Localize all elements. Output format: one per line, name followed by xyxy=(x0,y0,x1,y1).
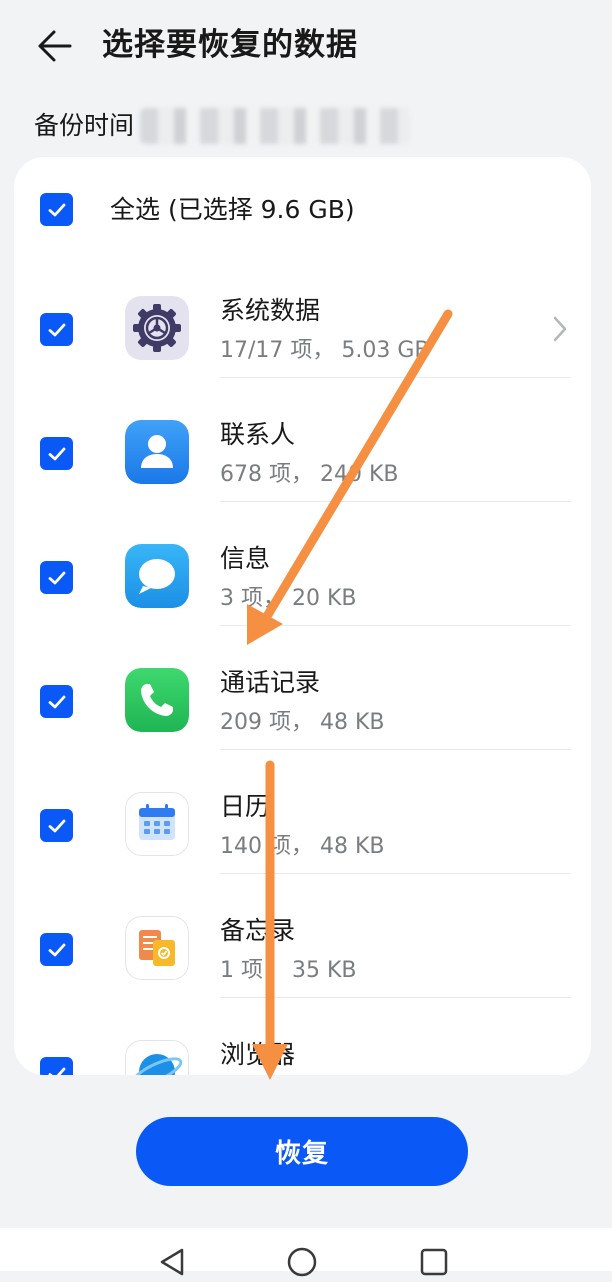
item-checkbox[interactable] xyxy=(40,437,73,470)
list-item-browser[interactable]: 浏览器 xyxy=(14,998,591,1075)
nav-recents-icon[interactable] xyxy=(414,1242,454,1282)
browser-icon xyxy=(125,1040,189,1075)
arrow-left-icon xyxy=(38,30,72,62)
item-name: 信息 xyxy=(220,544,271,573)
item-checkbox[interactable] xyxy=(40,933,73,966)
item-name: 浏览器 xyxy=(220,1040,296,1069)
list-item-calendar[interactable]: 日历 140 项， 48 KB xyxy=(14,750,591,874)
select-all-label: 全选 (已选择 9.6 GB) xyxy=(110,195,355,224)
settings-gear-icon xyxy=(125,296,189,360)
calendar-icon xyxy=(125,792,189,856)
check-icon xyxy=(48,203,65,216)
item-name: 通话记录 xyxy=(220,668,321,697)
list-item-system-data[interactable]: 系统数据 17/17 项， 5.03 GB xyxy=(14,254,591,378)
item-checkbox[interactable] xyxy=(40,809,73,842)
item-meta: 209 项， 48 KB xyxy=(220,710,385,735)
backup-time: 备份时间 xyxy=(34,104,411,148)
check-icon xyxy=(48,1067,65,1075)
select-all-checkbox[interactable] xyxy=(40,193,73,226)
check-icon xyxy=(48,323,65,336)
item-checkbox[interactable] xyxy=(40,685,73,718)
backup-time-label: 备份时间 xyxy=(34,111,135,140)
check-icon xyxy=(48,447,65,460)
header: 选择要恢复的数据 xyxy=(0,0,612,96)
item-name: 备忘录 xyxy=(220,916,296,945)
back-button[interactable] xyxy=(34,24,78,68)
list-item-messages[interactable]: 信息 3 项， 20 KB xyxy=(14,502,591,626)
check-icon xyxy=(48,571,65,584)
restore-button[interactable]: 恢复 xyxy=(136,1117,468,1186)
list-item-call-log[interactable]: 通话记录 209 项， 48 KB xyxy=(14,626,591,750)
contacts-icon xyxy=(125,420,189,484)
chevron-right-icon xyxy=(553,316,567,342)
item-checkbox[interactable] xyxy=(40,1057,73,1075)
data-item-list: 系统数据 17/17 项， 5.03 GB 联系人 678 项， 240 KB … xyxy=(14,254,591,1075)
list-item-notepad[interactable]: 备忘录 1 项， 35 KB xyxy=(14,874,591,998)
phone-icon xyxy=(125,668,189,732)
item-name: 日历 xyxy=(220,792,271,821)
check-icon xyxy=(48,819,65,832)
item-name: 系统数据 xyxy=(220,296,321,325)
item-meta: 140 项， 48 KB xyxy=(220,834,385,859)
backup-time-value-redacted xyxy=(140,108,411,144)
item-meta: 3 项， 20 KB xyxy=(220,586,357,611)
select-all-row[interactable]: 全选 (已选择 9.6 GB) xyxy=(14,179,591,241)
item-meta: 678 项， 240 KB xyxy=(220,462,399,487)
check-icon xyxy=(48,695,65,708)
page-title: 选择要恢复的数据 xyxy=(102,27,358,63)
nav-home-icon[interactable] xyxy=(282,1242,322,1282)
system-navigation-bar xyxy=(0,1228,612,1277)
notepad-icon xyxy=(125,916,189,980)
data-list-card: 全选 (已选择 9.6 GB) 系统数据 17/17 项， 5.03 GB 联系… xyxy=(14,157,591,1075)
messages-icon xyxy=(125,544,189,608)
item-checkbox[interactable] xyxy=(40,561,73,594)
item-checkbox[interactable] xyxy=(40,313,73,346)
item-meta: 1 项， 35 KB xyxy=(220,958,357,983)
list-item-contacts[interactable]: 联系人 678 项， 240 KB xyxy=(14,378,591,502)
item-meta: 17/17 项， 5.03 GB xyxy=(220,338,430,363)
item-name: 联系人 xyxy=(220,420,296,449)
nav-back-icon[interactable] xyxy=(152,1242,192,1282)
check-icon xyxy=(48,943,65,956)
